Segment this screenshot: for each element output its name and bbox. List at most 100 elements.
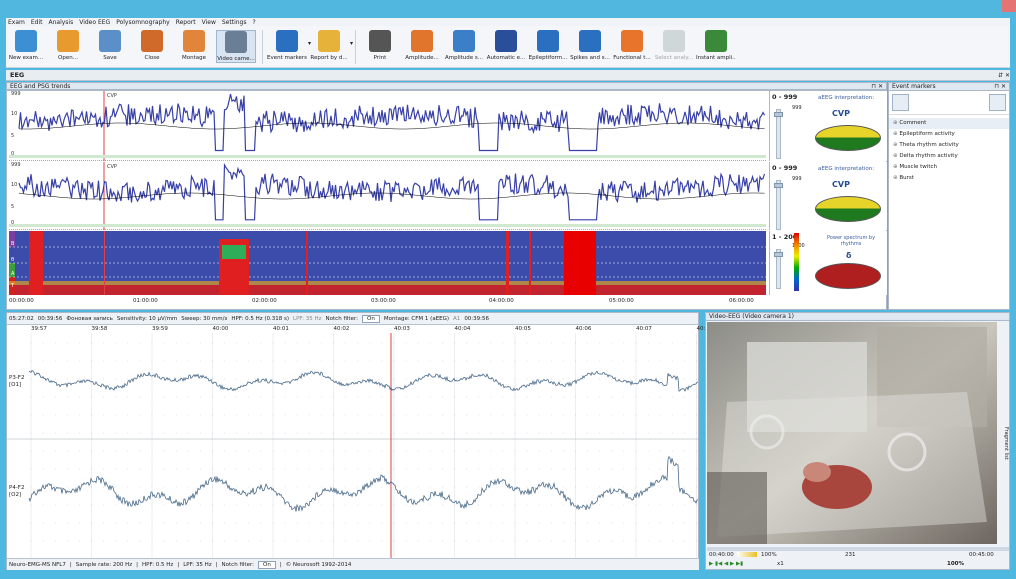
menu-item[interactable]: ?: [252, 19, 255, 26]
main-toolbar: New exam... Open... Save Close Montage Video …: [6, 26, 1010, 68]
hpf-select[interactable]: HPF: 0.5 Hz (0.318 s): [231, 316, 289, 322]
automatic-analysis-button[interactable]: Automatic e...: [486, 30, 526, 61]
trend-1-slider[interactable]: [774, 109, 783, 159]
video-controls: 00:40:00 100% 231 00:45:00 ▶ ▮◀ ◀ ▶ ▶▮ x…: [707, 546, 1009, 570]
toolbar-label: Select analy...: [654, 55, 694, 61]
toolbar-label: Instant ampli...: [696, 55, 736, 61]
fragment-list-tab[interactable]: Fragment list: [997, 322, 1009, 544]
new-exam-button[interactable]: New exam...: [6, 30, 46, 61]
video-seek-bar[interactable]: [707, 547, 1009, 551]
eeg-waveform-plot[interactable]: [7, 333, 699, 561]
eeg-time-tick: 39:59: [152, 326, 168, 332]
toolbar-label: Close: [144, 55, 160, 61]
spectrum-color-scale: [794, 233, 799, 291]
event-marker-item[interactable]: Burst: [889, 173, 1009, 184]
sweep-select[interactable]: Sweep: 30 mm/s: [181, 316, 227, 322]
trend-1-interp-title: aEEG interpretation:: [818, 95, 875, 101]
lpf-select[interactable]: LPF: 35 Hz: [293, 316, 322, 322]
spectrum-channel[interactable]: B θ A T: [9, 231, 766, 295]
trend-channel-1-plot: [9, 91, 766, 161]
trend-1-ytick: 0: [11, 151, 15, 157]
trend-channel-1[interactable]: 999 10 5 0 CVP: [9, 91, 766, 161]
spectrum-interpretation: 1 - 200 1000 Power spectrum by rhythms δ: [769, 231, 887, 295]
amplitude-spectrum-button[interactable]: Amplitude s...: [444, 30, 484, 61]
event-marker-item[interactable]: Muscle twitch: [889, 162, 1009, 173]
event-marker-item[interactable]: Delta rhythm activity: [889, 151, 1009, 162]
window-close-button[interactable]: [1002, 0, 1016, 12]
reference-select[interactable]: A1: [453, 316, 460, 322]
time-tick: 02:00:00: [252, 298, 277, 304]
spectrum-band-label: T: [11, 283, 15, 289]
montage-select[interactable]: Montage: CFM 1 (aEEG): [384, 316, 449, 322]
trends-pin-close-icons[interactable]: ⊓ ✕: [871, 83, 883, 90]
trend-2-ytick: 10: [11, 182, 18, 188]
video-volume[interactable]: [737, 552, 757, 557]
event-marker-item[interactable]: Epileptiform activity: [889, 129, 1009, 140]
menu-item[interactable]: Exam: [8, 19, 25, 26]
instant-amplitude-button[interactable]: Instant ampli...: [696, 30, 736, 61]
trend-channel-2-plot: [9, 162, 766, 230]
toolbar-label: Amplitude s...: [444, 55, 484, 61]
spectrum-band-label: A: [11, 271, 15, 277]
close-button[interactable]: Close: [132, 30, 172, 61]
eeg-view-panel: 05:27:02 00:39:56 Фоновая запись Sensiti…: [6, 312, 712, 570]
automatic-analysis-icon: [495, 30, 517, 52]
video-frame-number: 231: [845, 552, 856, 558]
menu-item[interactable]: Report: [176, 19, 196, 26]
video-camera-button[interactable]: Video came...: [216, 30, 256, 63]
menu-item[interactable]: Polysomnography: [116, 19, 170, 26]
print-button[interactable]: Print: [360, 30, 400, 61]
select-analysis-button[interactable]: Select analy...: [654, 30, 694, 61]
spectrum-slider[interactable]: [774, 249, 783, 289]
montage-button[interactable]: Montage: [174, 30, 214, 61]
marker-settings-button[interactable]: [989, 94, 1006, 111]
spikes-button[interactable]: Spikes and s...: [570, 30, 610, 61]
playback-speed[interactable]: x1: [777, 561, 784, 567]
report-button[interactable]: Report by d... ▾: [309, 30, 353, 61]
trend-2-interp-title: aEEG interpretation:: [818, 166, 875, 172]
menu-item[interactable]: View: [202, 19, 216, 26]
montage-icon: [183, 30, 205, 52]
functional-tests-button[interactable]: Functional t...: [612, 30, 652, 61]
status-hpf: HPF: 0.5 Hz: [142, 561, 174, 568]
status-notch-toggle[interactable]: On: [258, 560, 276, 569]
dropdown-arrow-icon[interactable]: ▾: [350, 40, 353, 47]
event-markers-button[interactable]: Event markers ▾: [267, 30, 311, 61]
event-marker-item[interactable]: Theta rhythm activity: [889, 140, 1009, 151]
menu-item[interactable]: Edit: [31, 19, 43, 26]
amplitude-map-button[interactable]: Amplitude...: [402, 30, 442, 61]
save-icon: [99, 30, 121, 52]
toolbar-label: Automatic e...: [486, 55, 526, 61]
notch-label: Notch filter:: [325, 315, 358, 322]
spectrum-band-label: B: [11, 241, 15, 247]
panel-pin-close-icons[interactable]: ⇵ ✕: [998, 72, 1010, 79]
event-panel-close-icon[interactable]: ⊓ ✕: [994, 83, 1006, 90]
add-marker-button[interactable]: [892, 94, 909, 111]
trend-2-slider[interactable]: [774, 180, 783, 230]
epileptiform-button[interactable]: Epileptiform...: [528, 30, 568, 61]
open-icon: [57, 30, 79, 52]
notch-toggle[interactable]: On: [362, 314, 380, 323]
spikes-icon: [579, 30, 601, 52]
event-marker-item[interactable]: Comment: [889, 118, 1009, 129]
video-zoom-select[interactable]: 100%: [947, 561, 964, 567]
amplitude-spectrum-icon: [453, 30, 475, 52]
video-frame[interactable]: [707, 322, 997, 544]
play-controls[interactable]: ▶ ▮◀ ◀ ▶ ▶▮: [709, 561, 743, 567]
open-button[interactable]: Open...: [48, 30, 88, 61]
trend-1-range: 0 - 999: [772, 93, 798, 101]
eeg-time-tick: 39:58: [91, 326, 108, 332]
menu-item[interactable]: Analysis: [49, 19, 74, 26]
eeg-time-tick: 40:03: [394, 326, 410, 332]
sensitivity-select[interactable]: Sensitivity: 10 μV/mm: [117, 316, 177, 322]
menu-item[interactable]: Settings: [222, 19, 247, 26]
toolbar-label: Open...: [58, 55, 78, 61]
save-button[interactable]: Save: [90, 30, 130, 61]
trend-channel-2[interactable]: 999 10 5 0 CVP: [9, 162, 766, 230]
eeg-time-tick: 40:05: [515, 326, 531, 332]
video-panel: Video-EEG (Video camera 1) Fragment list…: [705, 312, 1010, 570]
trend-1-pie-chart: [815, 125, 881, 151]
menu-item[interactable]: Video EEG: [79, 19, 110, 26]
eeg-time-tick: 39:57: [31, 326, 47, 332]
clock-value: 00:39:56: [464, 315, 490, 322]
